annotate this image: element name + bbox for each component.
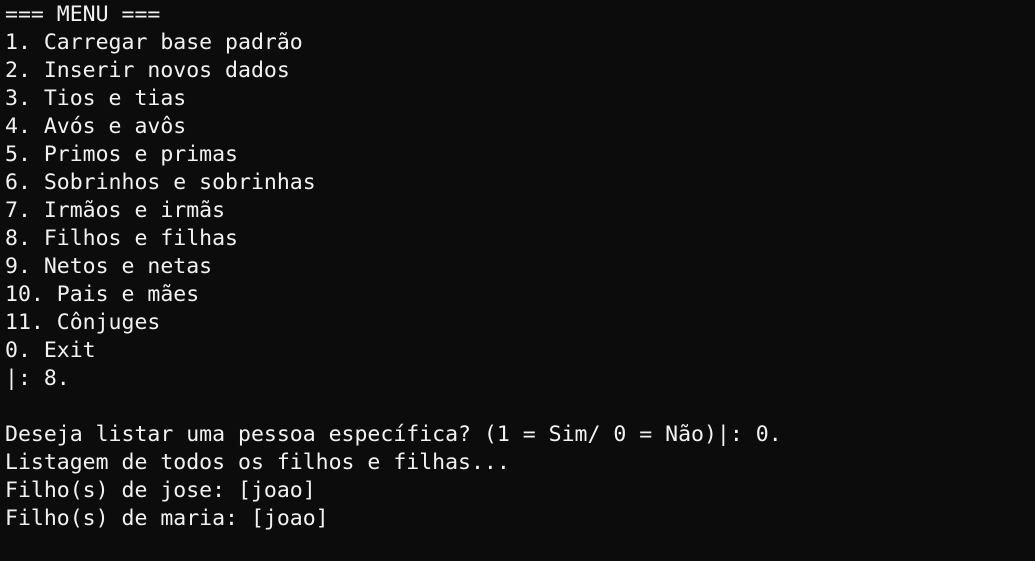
menu-item-11: 11. Cônjuges <box>5 310 161 335</box>
menu-item-6: 6. Sobrinhos e sobrinhas <box>5 170 316 195</box>
menu-item-10: 10. Pais e mães <box>5 282 200 307</box>
question-prompt: Deseja listar uma pessoa específica? (1 … <box>5 422 782 447</box>
menu-item-2: 2. Inserir novos dados <box>5 58 290 83</box>
menu-item-4: 4. Avós e avôs <box>5 114 187 139</box>
menu-header: === MENU === <box>5 2 161 27</box>
menu-item-1: 1. Carregar base padrão <box>5 30 303 55</box>
menu-prompt: |: 8. <box>5 366 70 391</box>
menu-item-3: 3. Tios e tias <box>5 86 187 111</box>
menu-item-8: 8. Filhos e filhas <box>5 226 238 251</box>
menu-item-9: 9. Netos e netas <box>5 254 213 279</box>
listing-header: Listagem de todos os filhos e filhas... <box>5 450 510 475</box>
menu-item-exit: 0. Exit <box>5 338 96 363</box>
menu-item-7: 7. Irmãos e irmãs <box>5 198 226 223</box>
terminal-window[interactable]: === MENU === 1. Carregar base padrão 2. … <box>0 0 1035 561</box>
menu-item-5: 5. Primos e primas <box>5 142 238 167</box>
result-line: Filho(s) de maria: [joao] <box>5 506 329 531</box>
result-line: Filho(s) de jose: [joao] <box>5 478 316 503</box>
